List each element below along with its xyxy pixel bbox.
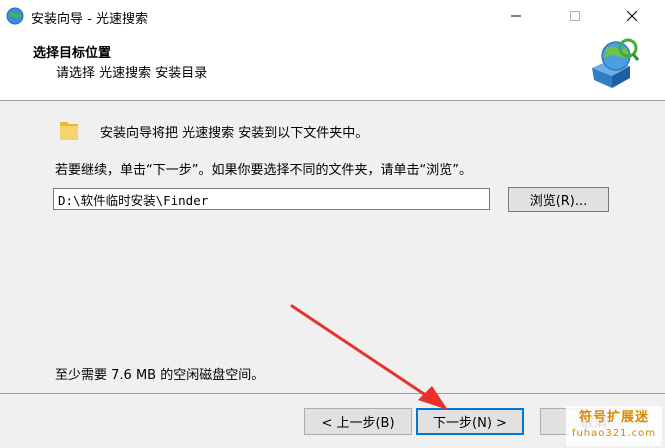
page-subtitle: 请选择 光速搜索 安装目录 — [56, 66, 208, 81]
close-icon — [626, 10, 638, 22]
watermark: 符号扩展迷 fuhao321.com — [566, 406, 662, 446]
install-info-text: 安装向导将把 光速搜索 安装到以下文件夹中。 — [100, 126, 369, 141]
browse-button[interactable]: 浏览(R)... — [508, 187, 609, 212]
title-bar: 安装向导 - 光速搜索 — [0, 0, 665, 34]
wizard-header: 选择目标位置 请选择 光速搜索 安装目录 — [0, 34, 665, 101]
maximize-button[interactable] — [552, 0, 598, 32]
maximize-icon — [570, 11, 580, 21]
footer-divider — [0, 393, 665, 394]
close-button[interactable] — [609, 0, 655, 32]
folder-icon — [60, 122, 78, 140]
back-button[interactable]: < 上一步(B) — [304, 408, 412, 435]
disk-space-text: 至少需要 7.6 MB 的空闲磁盘空间。 — [55, 368, 265, 383]
product-logo-icon — [592, 38, 640, 88]
next-button[interactable]: 下一步(N) > — [416, 408, 524, 435]
watermark-title: 符号扩展迷 — [578, 410, 649, 425]
install-path-input[interactable] — [53, 188, 490, 210]
page-title: 选择目标位置 — [33, 46, 112, 61]
minimize-button[interactable] — [493, 0, 539, 32]
instruction-text: 若要继续，单击“下一步”。如果你要选择不同的文件夹，请单击“浏览”。 — [55, 163, 472, 178]
watermark-url: fuhao321.com — [571, 428, 657, 439]
minimize-icon — [511, 15, 521, 17]
app-globe-icon — [6, 7, 24, 25]
window-title: 安装向导 - 光速搜索 — [31, 12, 148, 27]
installer-window: 安装向导 - 光速搜索 选择目标位置 请选择 光速搜索 安装目录 安装向导将把 … — [0, 0, 665, 448]
